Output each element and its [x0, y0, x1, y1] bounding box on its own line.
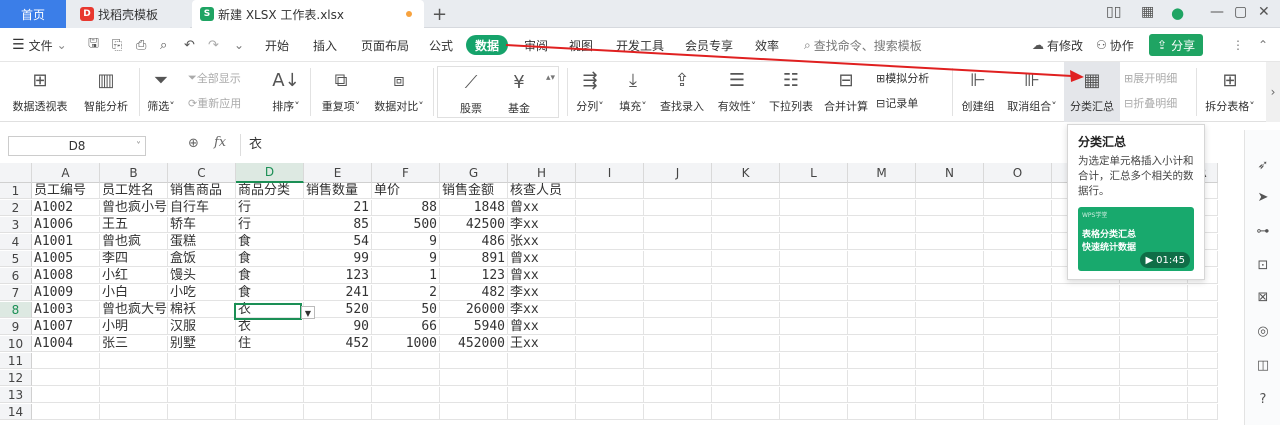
annotation-arrow: [505, 44, 1084, 82]
arrow-line: [505, 44, 1073, 77]
arrow-head: [1070, 70, 1084, 82]
